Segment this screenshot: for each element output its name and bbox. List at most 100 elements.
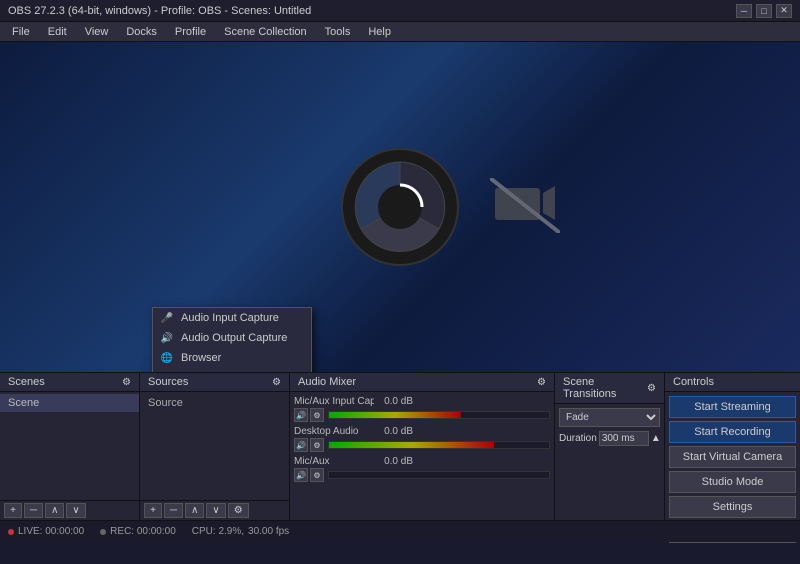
mixer-label: Audio Mixer [298,376,356,388]
duration-label: Duration [559,433,597,444]
menu-view[interactable]: View [77,24,117,40]
sources-filter-btn[interactable]: ⚙ [228,503,249,518]
mixer-panel: Audio Mixer ⚙ Mic/Aux Input Capture 0.0 … [290,373,555,520]
sources-config-icon[interactable]: ⚙ [272,377,281,388]
menu-docks[interactable]: Docks [118,24,165,40]
track-2-mute-btn[interactable]: 🔊 [294,438,308,452]
context-menu: 🎤 Audio Input Capture 🔊 Audio Output Cap… [152,307,312,372]
ctx-audio-output[interactable]: 🔊 Audio Output Capture [153,328,311,348]
close-button[interactable]: ✕ [776,4,792,18]
scenes-down-btn[interactable]: ∨ [66,503,85,518]
scenes-label: Scenes [8,376,45,388]
mixer-track-2-bar-row: 🔊 ⚙ [294,438,550,452]
browser-icon: 🌐 [159,353,175,364]
title-bar: OBS 27.2.3 (64-bit, windows) - Profile: … [0,0,800,22]
track-2-name: Desktop Audio [294,426,374,437]
track-1-mute-btn[interactable]: 🔊 [294,408,308,422]
transition-type-select[interactable]: Fade [559,408,660,427]
minimize-button[interactable]: ─ [736,4,752,18]
scenes-config-icon[interactable]: ⚙ [122,377,131,388]
mixer-content: Mic/Aux Input Capture 0.0 dB 🔊 ⚙ [290,392,554,520]
studio-mode-button[interactable]: Studio Mode [669,471,796,493]
scene-item-1[interactable]: Scene [0,394,139,412]
start-virtual-camera-button[interactable]: Start Virtual Camera [669,446,796,468]
scenes-footer: + ─ ∧ ∨ [0,500,139,520]
mixer-config-icon[interactable]: ⚙ [537,377,546,388]
mixer-track-1-bar-row: 🔊 ⚙ [294,408,550,422]
menu-edit[interactable]: Edit [40,24,75,40]
start-streaming-button[interactable]: Start Streaming [669,396,796,418]
track-3-settings-btn[interactable]: ⚙ [310,468,324,482]
menu-scene-collection[interactable]: Scene Collection [216,24,315,40]
track-1-fill [329,412,461,418]
obs-logo [340,147,460,267]
audio-input-icon: 🎤 [159,313,175,324]
menu-profile[interactable]: Profile [167,24,214,40]
track-3-icons: 🔊 ⚙ [294,468,324,482]
cpu-label: CPU: 2.9%, [192,526,244,537]
ctx-browser[interactable]: 🌐 Browser [153,348,311,368]
track-1-bar [328,411,550,419]
audio-output-icon: 🔊 [159,333,175,344]
mixer-track-1: Mic/Aux Input Capture 0.0 dB 🔊 ⚙ [290,394,554,424]
live-time: LIVE: 00:00:00 [18,526,84,537]
app-title: OBS 27.2.3 (64-bit, windows) - Profile: … [8,5,311,17]
controls-header: Controls [665,373,800,392]
status-rec: REC: 00:00:00 [100,526,176,537]
scenes-remove-btn[interactable]: ─ [24,503,43,518]
sources-panel: Sources ⚙ Source + ─ ∧ ∨ ⚙ [140,373,290,520]
mixer-track-2: Desktop Audio 0.0 dB 🔊 ⚙ [290,424,554,454]
track-2-fill [329,442,494,448]
track-2-settings-btn[interactable]: ⚙ [310,438,324,452]
status-bar: LIVE: 00:00:00 REC: 00:00:00 CPU: 2.9%, … [0,520,800,542]
scenes-header: Scenes ⚙ [0,373,139,392]
scenes-up-btn[interactable]: ∧ [45,503,64,518]
sources-down-btn[interactable]: ∨ [206,503,225,518]
track-2-icons: 🔊 ⚙ [294,438,324,452]
sources-label: Sources [148,376,188,388]
fps-label: 30.00 fps [248,526,289,537]
controls-label: Controls [673,376,714,388]
track-3-mute-btn[interactable]: 🔊 [294,468,308,482]
duration-input[interactable] [599,431,649,446]
status-live: LIVE: 00:00:00 [8,526,84,537]
sources-footer: + ─ ∧ ∨ ⚙ [140,500,289,520]
window-controls: ─ □ ✕ [736,4,792,18]
source-item-label: Source [140,394,289,412]
track-1-settings-btn[interactable]: ⚙ [310,408,324,422]
menu-bar: File Edit View Docks Profile Scene Colle… [0,22,800,42]
rec-time: REC: 00:00:00 [110,526,176,537]
track-1-icons: 🔊 ⚙ [294,408,324,422]
sources-content: Source [140,392,289,500]
sources-remove-btn[interactable]: ─ [164,503,183,518]
ctx-audio-input[interactable]: 🎤 Audio Input Capture [153,308,311,328]
start-recording-button[interactable]: Start Recording [669,421,796,443]
track-2-bar [328,441,550,449]
status-cpu: CPU: 2.9%, 30.00 fps [192,526,289,537]
menu-file[interactable]: File [4,24,38,40]
scenes-add-btn[interactable]: + [4,503,22,518]
controls-panel: Controls Start Streaming Start Recording… [665,373,800,520]
sources-up-btn[interactable]: ∧ [185,503,204,518]
transitions-label: Scene Transitions [563,376,647,400]
transitions-content: Fade Duration ▲ [555,404,664,450]
settings-button[interactable]: Settings [669,496,796,518]
mixer-track-3-row: Mic/Aux 0.0 dB [294,456,550,467]
bottom-panels: Scenes ⚙ Scene + ─ ∧ ∨ Sources ⚙ Source [0,372,800,520]
duration-up-btn[interactable]: ▲ [651,433,661,444]
transitions-panel: Scene Transitions ⚙ Fade Duration ▲ [555,373,665,520]
track-1-db: 0.0 dB [378,396,413,407]
menu-tools[interactable]: Tools [317,24,359,40]
mixer-track-3: Mic/Aux 0.0 dB 🔊 ⚙ [290,454,554,484]
track-3-bar [328,471,550,479]
menu-help[interactable]: Help [360,24,399,40]
mixer-track-2-row: Desktop Audio 0.0 dB [294,426,550,437]
transitions-header: Scene Transitions ⚙ [555,373,664,404]
transitions-config-icon[interactable]: ⚙ [647,383,656,394]
scenes-panel: Scenes ⚙ Scene + ─ ∧ ∨ [0,373,140,520]
track-1-name: Mic/Aux Input Capture [294,396,374,407]
mixer-track-1-row: Mic/Aux Input Capture 0.0 dB [294,396,550,407]
maximize-button[interactable]: □ [756,4,772,18]
ctx-color-source[interactable]: 🎨 Color Source [153,368,311,372]
sources-add-btn[interactable]: + [144,503,162,518]
